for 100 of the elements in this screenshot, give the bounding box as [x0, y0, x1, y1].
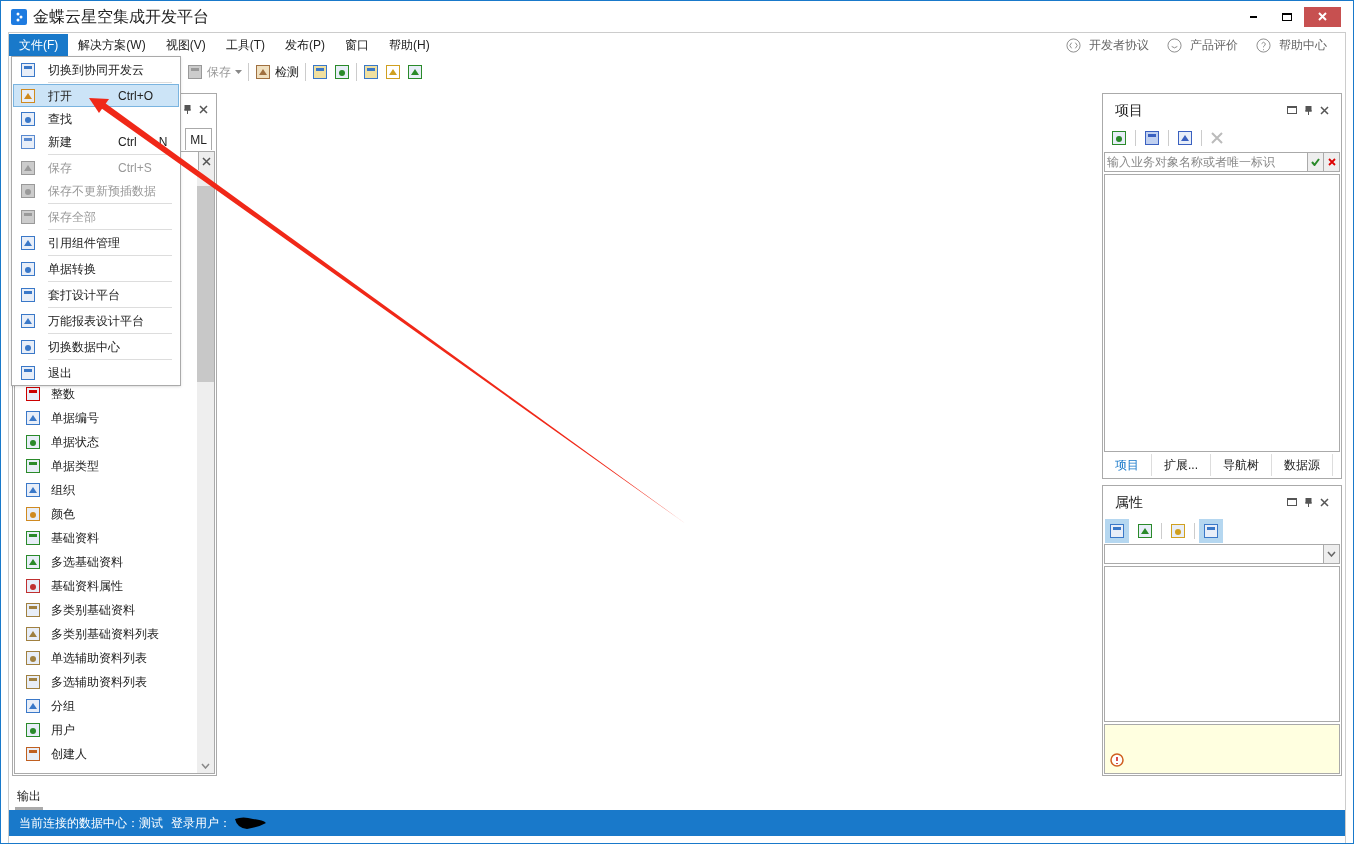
menu-option[interactable]: 万能报表设计平台 — [13, 309, 179, 332]
pin-icon[interactable] — [1305, 105, 1312, 115]
form-icon — [312, 64, 328, 80]
field-type-icon — [25, 746, 41, 762]
user-label: 登录用户： — [171, 815, 231, 832]
pin-icon[interactable] — [184, 104, 191, 114]
field-type-item[interactable]: 多类别基础资料列表 — [25, 624, 197, 644]
field-type-icon — [25, 458, 41, 474]
panel-tab[interactable]: ML — [185, 128, 212, 150]
field-type-icon — [25, 722, 41, 738]
field-type-icon — [25, 410, 41, 426]
field-type-icon — [25, 578, 41, 594]
field-type-icon — [25, 698, 41, 714]
shortcut-label: Ctrl+S — [118, 159, 152, 177]
field-type-item[interactable]: 颜色 — [25, 504, 197, 524]
field-type-item[interactable]: 基础资料 — [25, 528, 197, 548]
menu-item[interactable]: 发布(P) — [275, 34, 335, 56]
field-type-item[interactable]: 单据编号 — [25, 408, 197, 428]
menu-option[interactable]: 查找 — [13, 107, 179, 130]
field-type-icon — [25, 530, 41, 546]
scrollbar[interactable] — [197, 170, 214, 773]
menu-option[interactable]: 退出 — [13, 361, 179, 384]
field-type-icon — [25, 482, 41, 498]
maximize-icon[interactable] — [1287, 498, 1297, 506]
warning-bubble-icon — [1109, 753, 1125, 769]
check-icon — [1311, 158, 1320, 166]
menu-option-icon — [20, 208, 36, 225]
field-type-item[interactable]: 多选辅助资料列表 — [25, 672, 197, 692]
field-type-item[interactable]: 单据状态 — [25, 432, 197, 452]
menu-option-icon — [20, 312, 36, 329]
field-type-icon — [25, 554, 41, 570]
field-type-item[interactable]: 整数 — [25, 384, 197, 404]
app-logo-icon — [11, 8, 27, 25]
menu-item[interactable]: 窗口 — [335, 34, 379, 56]
field-type-item[interactable]: 基础资料属性 — [25, 576, 197, 596]
close-icon[interactable] — [1320, 105, 1329, 115]
menu-item[interactable]: 帮助(H) — [379, 34, 440, 56]
menu-option[interactable]: 引用组件管理 — [13, 231, 179, 254]
check-button[interactable]: 检测 — [255, 63, 299, 81]
code-icon — [1066, 37, 1081, 53]
panel-tab[interactable]: 项目 — [1103, 454, 1152, 476]
shortcut-label: Ctrl+O — [118, 87, 153, 105]
clear-icon — [1327, 158, 1336, 166]
close-button[interactable] — [198, 152, 214, 170]
form-icon — [363, 64, 379, 80]
pin-icon[interactable] — [1305, 497, 1312, 507]
menu-option-icon — [20, 260, 36, 277]
field-type-icon — [25, 434, 41, 450]
window-title: 金蝶云星空集成开发平台 — [33, 6, 209, 27]
menu-option[interactable]: 打开 Ctrl+O — [13, 84, 179, 107]
object-dropdown[interactable] — [1104, 544, 1340, 564]
panel-title: 属性 — [1115, 492, 1143, 512]
close-button[interactable] — [1304, 6, 1341, 27]
menu-option[interactable]: 切换数据中心 — [13, 335, 179, 358]
menu-option-icon — [20, 338, 36, 355]
menu-option-icon — [20, 133, 36, 150]
field-type-item[interactable]: 单据类型 — [25, 456, 197, 476]
redaction-mark — [233, 816, 267, 830]
tool-toggle[interactable] — [1105, 519, 1129, 543]
menu-option-icon — [20, 159, 36, 176]
menu-option[interactable]: 单据转换 — [13, 257, 179, 280]
panel-tab[interactable]: 导航树 — [1211, 454, 1272, 476]
panel-tab[interactable]: 数据源 — [1272, 454, 1333, 476]
clear-button[interactable] — [1323, 153, 1339, 171]
menu-item[interactable]: 解决方案(W) — [68, 34, 156, 56]
field-type-item[interactable]: 分组 — [25, 696, 197, 716]
menu-option-icon — [20, 286, 36, 303]
menu-option-icon — [20, 182, 36, 199]
field-type-item[interactable]: 多类别基础资料 — [25, 600, 197, 620]
help-link[interactable]: 帮助中心 — [1256, 36, 1327, 54]
field-type-item[interactable]: 单选辅助资料列表 — [25, 648, 197, 668]
panel-tab[interactable]: 扩展... — [1152, 454, 1211, 476]
menu-item[interactable]: 工具(T) — [215, 34, 275, 56]
help-link[interactable]: 开发者协议 — [1066, 36, 1149, 54]
menu-option-icon — [20, 61, 36, 78]
maximize-icon[interactable] — [1287, 106, 1297, 114]
field-type-item[interactable]: 多选基础资料 — [25, 552, 197, 572]
help-link[interactable]: 产品评价 — [1167, 36, 1238, 54]
menu-option[interactable]: 套打设计平台 — [13, 283, 179, 306]
field-type-icon — [25, 386, 41, 402]
field-type-icon — [25, 626, 41, 642]
close-icon[interactable] — [199, 104, 208, 114]
menu-option[interactable]: 切换到协同开发云 — [13, 58, 179, 81]
confirm-button[interactable] — [1307, 153, 1323, 171]
tool-toggle[interactable] — [1199, 519, 1223, 543]
field-type-icon — [25, 650, 41, 666]
close-icon[interactable] — [202, 156, 211, 166]
scroll-down-icon[interactable] — [201, 763, 210, 769]
menu-item[interactable]: 文件(F) — [9, 34, 69, 56]
search-field[interactable]: 输入业务对象名称或者唯一标识 — [1104, 152, 1340, 172]
field-type-item[interactable]: 创建人 — [25, 744, 197, 764]
panel-title: 项目 — [1115, 100, 1143, 120]
field-type-item[interactable]: 用户 — [25, 720, 197, 740]
caret-icon — [235, 70, 242, 74]
field-type-item[interactable]: 组织 — [25, 480, 197, 500]
menu-option-icon — [20, 87, 36, 104]
close-icon[interactable] — [1320, 497, 1329, 507]
menu-item[interactable]: 视图(V) — [155, 34, 216, 56]
field-type-icon — [25, 674, 41, 690]
field-type-icon — [25, 602, 41, 618]
